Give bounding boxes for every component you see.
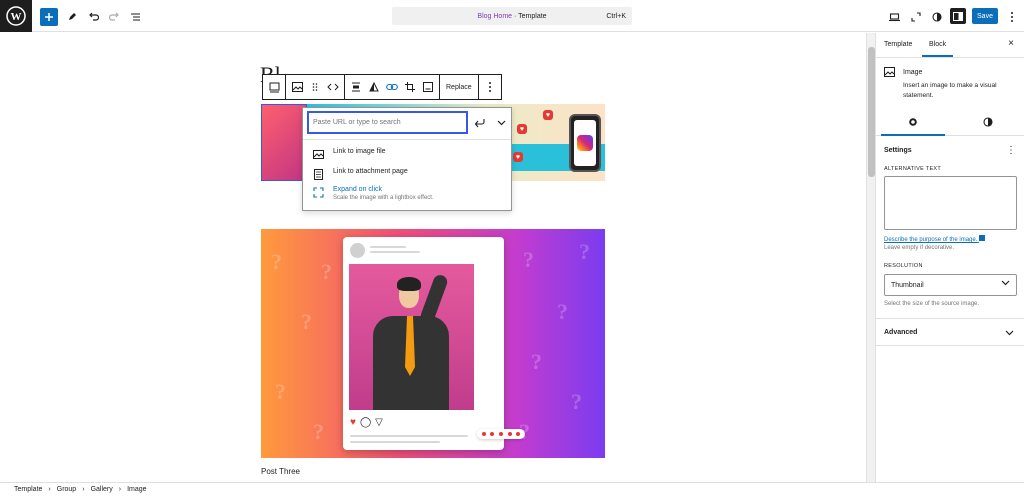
- option-description: Scale the image with a lightbox effect.: [333, 195, 434, 201]
- heart-icon: ♥: [513, 152, 523, 162]
- breadcrumb-group[interactable]: Group: [57, 486, 76, 493]
- block-description: Insert an image to make a visual stateme…: [903, 82, 997, 99]
- share-icon: ▽: [375, 417, 383, 428]
- tab-template[interactable]: Template: [884, 41, 912, 48]
- inspector-tabs: [876, 109, 1024, 136]
- avatar: [350, 243, 365, 258]
- document-overview-icon[interactable]: [126, 8, 144, 26]
- image-block-icon[interactable]: [288, 78, 306, 96]
- chevron-down-icon: [1001, 280, 1010, 288]
- settings-sidebar: Template Block × Image Insert an image t…: [875, 33, 1024, 482]
- settings-options-icon[interactable]: ⋮: [1006, 145, 1016, 156]
- desktop-preview-icon[interactable]: [885, 8, 903, 26]
- tools-pencil-icon[interactable]: [63, 8, 81, 26]
- close-icon[interactable]: ×: [1006, 39, 1016, 49]
- chevron-down-icon: [1005, 327, 1014, 339]
- breadcrumb-image: Image: [127, 486, 147, 493]
- describe-purpose-link-text: Describe the purpose of the image.: [884, 237, 978, 243]
- option-label: Expand on click: [333, 186, 383, 193]
- breadcrumb-separator-icon: ›: [118, 486, 122, 493]
- alt-text-field[interactable]: [884, 176, 1017, 230]
- post-actions: ♥ ◯ ▽: [350, 417, 383, 428]
- expand-on-click-option[interactable]: Expand on click Scale the image with a l…: [312, 186, 502, 201]
- scrollbar-thumb[interactable]: [868, 47, 875, 177]
- link-to-image-file-option[interactable]: Link to image file: [312, 148, 502, 160]
- document-title-bar[interactable]: Blog Home · Template Ctrl+K: [392, 7, 632, 25]
- resolution-help-text: Select the size of the source image.: [884, 301, 980, 307]
- styles-contrast-icon[interactable]: [980, 115, 996, 129]
- add-block-button[interactable]: [40, 8, 58, 26]
- block-toolbar: Replace: [262, 74, 502, 100]
- post-caption: Post Three: [261, 467, 300, 476]
- redo-icon[interactable]: [105, 8, 123, 26]
- external-link-icon: [979, 235, 986, 241]
- editor-header: W Blog Home · Template Ctrl+K Save: [0, 0, 1024, 32]
- align-icon[interactable]: [347, 78, 365, 96]
- block-title: Image: [903, 69, 923, 76]
- drag-handle-icon[interactable]: [306, 78, 324, 96]
- gallery-image-selected[interactable]: [261, 104, 307, 181]
- settings-heading: Settings: [884, 147, 912, 154]
- block-options-icon[interactable]: [481, 78, 499, 96]
- submit-enter-icon[interactable]: [473, 116, 487, 130]
- link-icon[interactable]: [383, 78, 401, 96]
- tab-block[interactable]: Block: [921, 41, 954, 57]
- settings-gear-icon[interactable]: [881, 115, 945, 136]
- breadcrumb-separator-icon: ›: [48, 486, 51, 493]
- alt-help-text: Leave empty if decorative.: [884, 245, 955, 251]
- save-button[interactable]: Save: [972, 8, 998, 24]
- alt-text-label: ALTERNATIVE TEXT: [884, 166, 942, 172]
- styles-contrast-icon[interactable]: [928, 8, 946, 26]
- phone-illustration: [569, 114, 601, 172]
- image-icon: [312, 148, 324, 160]
- describe-purpose-link[interactable]: Describe the purpose of the image.: [884, 235, 986, 243]
- resolution-select[interactable]: Thumbnail: [884, 274, 1017, 296]
- social-post-card-illustration: ♥ ◯ ▽: [343, 237, 525, 450]
- command-shortcut: Ctrl+K: [606, 12, 626, 20]
- chevron-down-icon[interactable]: [495, 116, 507, 130]
- document-type: · Template: [512, 12, 547, 20]
- fullscreen-icon: [312, 186, 324, 198]
- instagram-icon: [577, 135, 593, 151]
- comment-icon: ◯: [359, 417, 372, 428]
- reaction-dots: [477, 429, 525, 439]
- crop-icon[interactable]: [401, 78, 419, 96]
- breadcrumb-template[interactable]: Template: [14, 486, 42, 493]
- parent-gallery-icon[interactable]: [265, 78, 283, 96]
- options-more-icon[interactable]: [1003, 8, 1021, 26]
- settings-sidebar-toggle[interactable]: [950, 8, 966, 24]
- advanced-panel-toggle[interactable]: Advanced: [876, 318, 1024, 346]
- option-label: Link to attachment page: [333, 168, 408, 175]
- link-to-attachment-page-option[interactable]: Link to attachment page: [312, 168, 502, 180]
- document-title: Blog Home: [477, 12, 513, 20]
- block-breadcrumb: Template › Group › Gallery › Image: [0, 482, 1024, 496]
- sidebar-tabs: Template Block ×: [876, 33, 1024, 58]
- move-left-right-icon[interactable]: [324, 78, 342, 96]
- option-label: Link to image file: [333, 148, 386, 155]
- heart-icon: ♥: [517, 124, 527, 134]
- advanced-label: Advanced: [884, 329, 918, 336]
- link-url-input[interactable]: Paste URL or type to search: [308, 112, 467, 133]
- wordpress-logo-icon[interactable]: W: [0, 0, 32, 32]
- divider: [303, 139, 511, 140]
- undo-icon[interactable]: [84, 8, 102, 26]
- replace-button[interactable]: Replace: [442, 84, 476, 91]
- fullscreen-icon[interactable]: [907, 8, 925, 26]
- post-image-block[interactable]: ? ? ? ? ? ? ? ? ? ? ? ♥ ◯ ▽: [261, 229, 605, 458]
- link-popover: Paste URL or type to search Link to imag…: [302, 107, 512, 211]
- canvas-scrollbar[interactable]: [866, 33, 875, 482]
- svg-text:W: W: [11, 11, 22, 23]
- page-icon: [312, 168, 324, 180]
- resolution-value: Thumbnail: [891, 281, 924, 289]
- person-illustration: [349, 264, 474, 410]
- heart-icon: ♥: [350, 417, 356, 428]
- breadcrumb-gallery[interactable]: Gallery: [91, 486, 113, 493]
- breadcrumb-separator-icon: ›: [82, 486, 85, 493]
- duotone-icon[interactable]: [365, 78, 383, 96]
- image-icon: [884, 67, 896, 79]
- heart-icon: ♥: [543, 110, 553, 120]
- resolution-label: RESOLUTION: [884, 263, 923, 269]
- text-overlay-icon[interactable]: [419, 78, 437, 96]
